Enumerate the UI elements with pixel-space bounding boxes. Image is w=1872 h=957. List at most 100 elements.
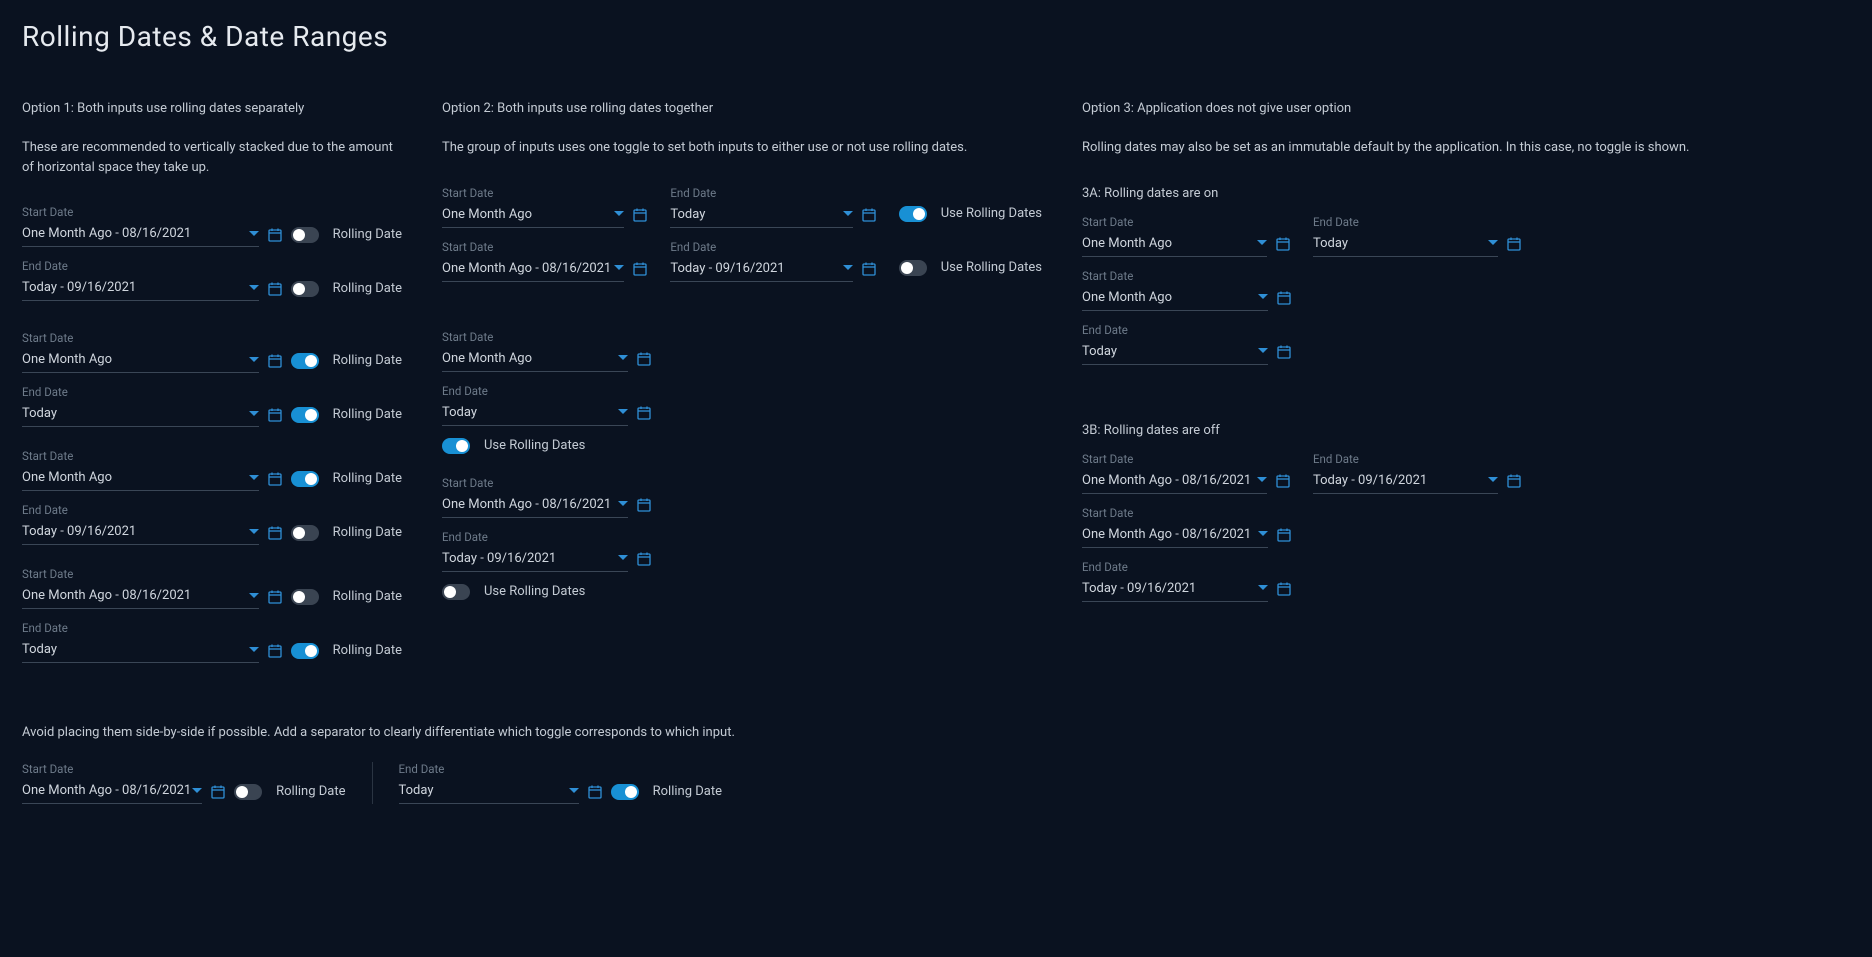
- calendar-icon[interactable]: [632, 261, 648, 277]
- rolling-date-toggle[interactable]: [291, 471, 319, 487]
- use-rolling-dates-toggle[interactable]: [899, 206, 927, 222]
- start-date-select[interactable]: One Month Ago: [1082, 232, 1267, 257]
- start-date-select[interactable]: One Month Ago - 08/16/2021: [442, 493, 628, 518]
- chevron-down-icon: [249, 283, 259, 293]
- start-date-label: Start Date: [442, 186, 648, 200]
- calendar-icon[interactable]: [267, 353, 283, 369]
- chevron-down-icon: [249, 229, 259, 239]
- calendar-icon[interactable]: [267, 407, 283, 423]
- start-date-value: One Month Ago: [442, 207, 532, 222]
- end-date-select[interactable]: Today: [670, 203, 852, 228]
- calendar-icon[interactable]: [1276, 344, 1292, 360]
- calendar-icon[interactable]: [861, 261, 877, 277]
- rolling-date-toggle-label: Rolling Date: [333, 643, 402, 658]
- end-date-value: Today - 09/16/2021: [442, 551, 556, 566]
- calendar-icon[interactable]: [267, 643, 283, 659]
- calendar-icon[interactable]: [1276, 290, 1292, 306]
- end-date-select[interactable]: Today - 09/16/2021: [1082, 577, 1268, 602]
- chevron-down-icon: [618, 553, 628, 563]
- rolling-date-toggle[interactable]: [291, 407, 319, 423]
- calendar-icon[interactable]: [636, 351, 652, 367]
- end-date-select[interactable]: Today - 09/16/2021: [22, 276, 259, 301]
- end-date-select[interactable]: Today: [22, 638, 259, 663]
- start-date-select[interactable]: One Month Ago: [22, 348, 259, 373]
- end-date-select[interactable]: Today - 09/16/2021: [22, 520, 259, 545]
- chevron-down-icon: [843, 263, 853, 273]
- rolling-date-toggle[interactable]: [611, 784, 639, 800]
- calendar-icon[interactable]: [1275, 236, 1291, 252]
- calendar-icon[interactable]: [1276, 527, 1292, 543]
- use-rolling-dates-label: Use Rolling Dates: [941, 206, 1042, 221]
- rolling-date-toggle-label: Rolling Date: [333, 471, 402, 486]
- page-title: Rolling Dates & Date Ranges: [22, 20, 1850, 53]
- start-date-value: One Month Ago - 08/16/2021: [1082, 527, 1251, 542]
- calendar-icon[interactable]: [1506, 473, 1522, 489]
- end-date-select[interactable]: Today - 09/16/2021: [442, 547, 628, 572]
- end-date-label: End Date: [399, 762, 723, 776]
- rolling-date-toggle[interactable]: [291, 281, 319, 297]
- start-date-select[interactable]: One Month Ago - 08/16/2021: [22, 222, 259, 247]
- start-date-select[interactable]: One Month Ago - 08/16/2021: [22, 584, 259, 609]
- calendar-icon[interactable]: [267, 589, 283, 605]
- chevron-down-icon: [1258, 583, 1268, 593]
- calendar-icon[interactable]: [861, 207, 877, 223]
- start-date-select[interactable]: One Month Ago: [22, 466, 259, 491]
- end-date-value: Today: [22, 642, 57, 657]
- calendar-icon[interactable]: [210, 784, 226, 800]
- chevron-down-icon: [1258, 346, 1268, 356]
- start-date-label: Start Date: [1082, 452, 1291, 466]
- calendar-icon[interactable]: [1506, 236, 1522, 252]
- calendar-icon[interactable]: [267, 471, 283, 487]
- rolling-date-toggle[interactable]: [291, 525, 319, 541]
- rolling-date-toggle[interactable]: [291, 589, 319, 605]
- start-date-value: One Month Ago: [22, 470, 112, 485]
- calendar-icon[interactable]: [267, 281, 283, 297]
- end-date-value: Today: [22, 406, 57, 421]
- rolling-date-toggle[interactable]: [291, 227, 319, 243]
- start-date-select[interactable]: One Month Ago: [442, 347, 628, 372]
- option-3-title: Option 3: Application does not give user…: [1082, 101, 1850, 116]
- calendar-icon[interactable]: [1275, 473, 1291, 489]
- end-date-select[interactable]: Today: [442, 401, 628, 426]
- use-rolling-dates-toggle[interactable]: [442, 438, 470, 454]
- start-date-select[interactable]: One Month Ago - 08/16/2021: [22, 779, 202, 804]
- start-date-select[interactable]: One Month Ago - 08/16/2021: [1082, 523, 1268, 548]
- start-date-select[interactable]: One Month Ago - 08/16/2021: [1082, 469, 1267, 494]
- use-rolling-dates-toggle[interactable]: [899, 260, 927, 276]
- end-date-select[interactable]: Today: [22, 402, 259, 427]
- start-date-select[interactable]: One Month Ago: [1082, 286, 1268, 311]
- start-date-label: Start Date: [1082, 269, 1292, 283]
- start-date-value: One Month Ago - 08/16/2021: [22, 783, 191, 798]
- start-date-select[interactable]: One Month Ago: [442, 203, 624, 228]
- start-date-value: One Month Ago: [1082, 236, 1172, 251]
- end-date-select[interactable]: Today: [399, 779, 579, 804]
- start-date-label: Start Date: [1082, 215, 1291, 229]
- end-date-select[interactable]: Today - 09/16/2021: [1313, 469, 1498, 494]
- end-date-value: Today: [1082, 344, 1117, 359]
- end-date-select[interactable]: Today: [1313, 232, 1498, 257]
- calendar-icon[interactable]: [636, 551, 652, 567]
- start-date-value: One Month Ago - 08/16/2021: [442, 261, 611, 276]
- end-date-select[interactable]: Today - 09/16/2021: [670, 257, 852, 282]
- end-date-select[interactable]: Today: [1082, 340, 1268, 365]
- use-rolling-dates-toggle[interactable]: [442, 584, 470, 600]
- start-date-label: Start Date: [22, 331, 402, 345]
- chevron-down-icon: [618, 353, 628, 363]
- rolling-date-toggle[interactable]: [234, 784, 262, 800]
- calendar-icon[interactable]: [636, 497, 652, 513]
- calendar-icon[interactable]: [587, 784, 603, 800]
- start-date-select[interactable]: One Month Ago - 08/16/2021: [442, 257, 624, 282]
- end-date-value: Today - 09/16/2021: [1313, 473, 1427, 488]
- rolling-date-toggle[interactable]: [291, 643, 319, 659]
- calendar-icon[interactable]: [267, 525, 283, 541]
- calendar-icon[interactable]: [267, 227, 283, 243]
- end-date-label: End Date: [22, 503, 402, 517]
- option-3-description: Rolling dates may also be set as an immu…: [1082, 138, 1850, 158]
- rolling-date-toggle[interactable]: [291, 353, 319, 369]
- start-date-value: One Month Ago: [1082, 290, 1172, 305]
- chevron-down-icon: [249, 409, 259, 419]
- calendar-icon[interactable]: [636, 405, 652, 421]
- option-3a-title: 3A: Rolling dates are on: [1082, 186, 1850, 201]
- calendar-icon[interactable]: [632, 207, 648, 223]
- calendar-icon[interactable]: [1276, 581, 1292, 597]
